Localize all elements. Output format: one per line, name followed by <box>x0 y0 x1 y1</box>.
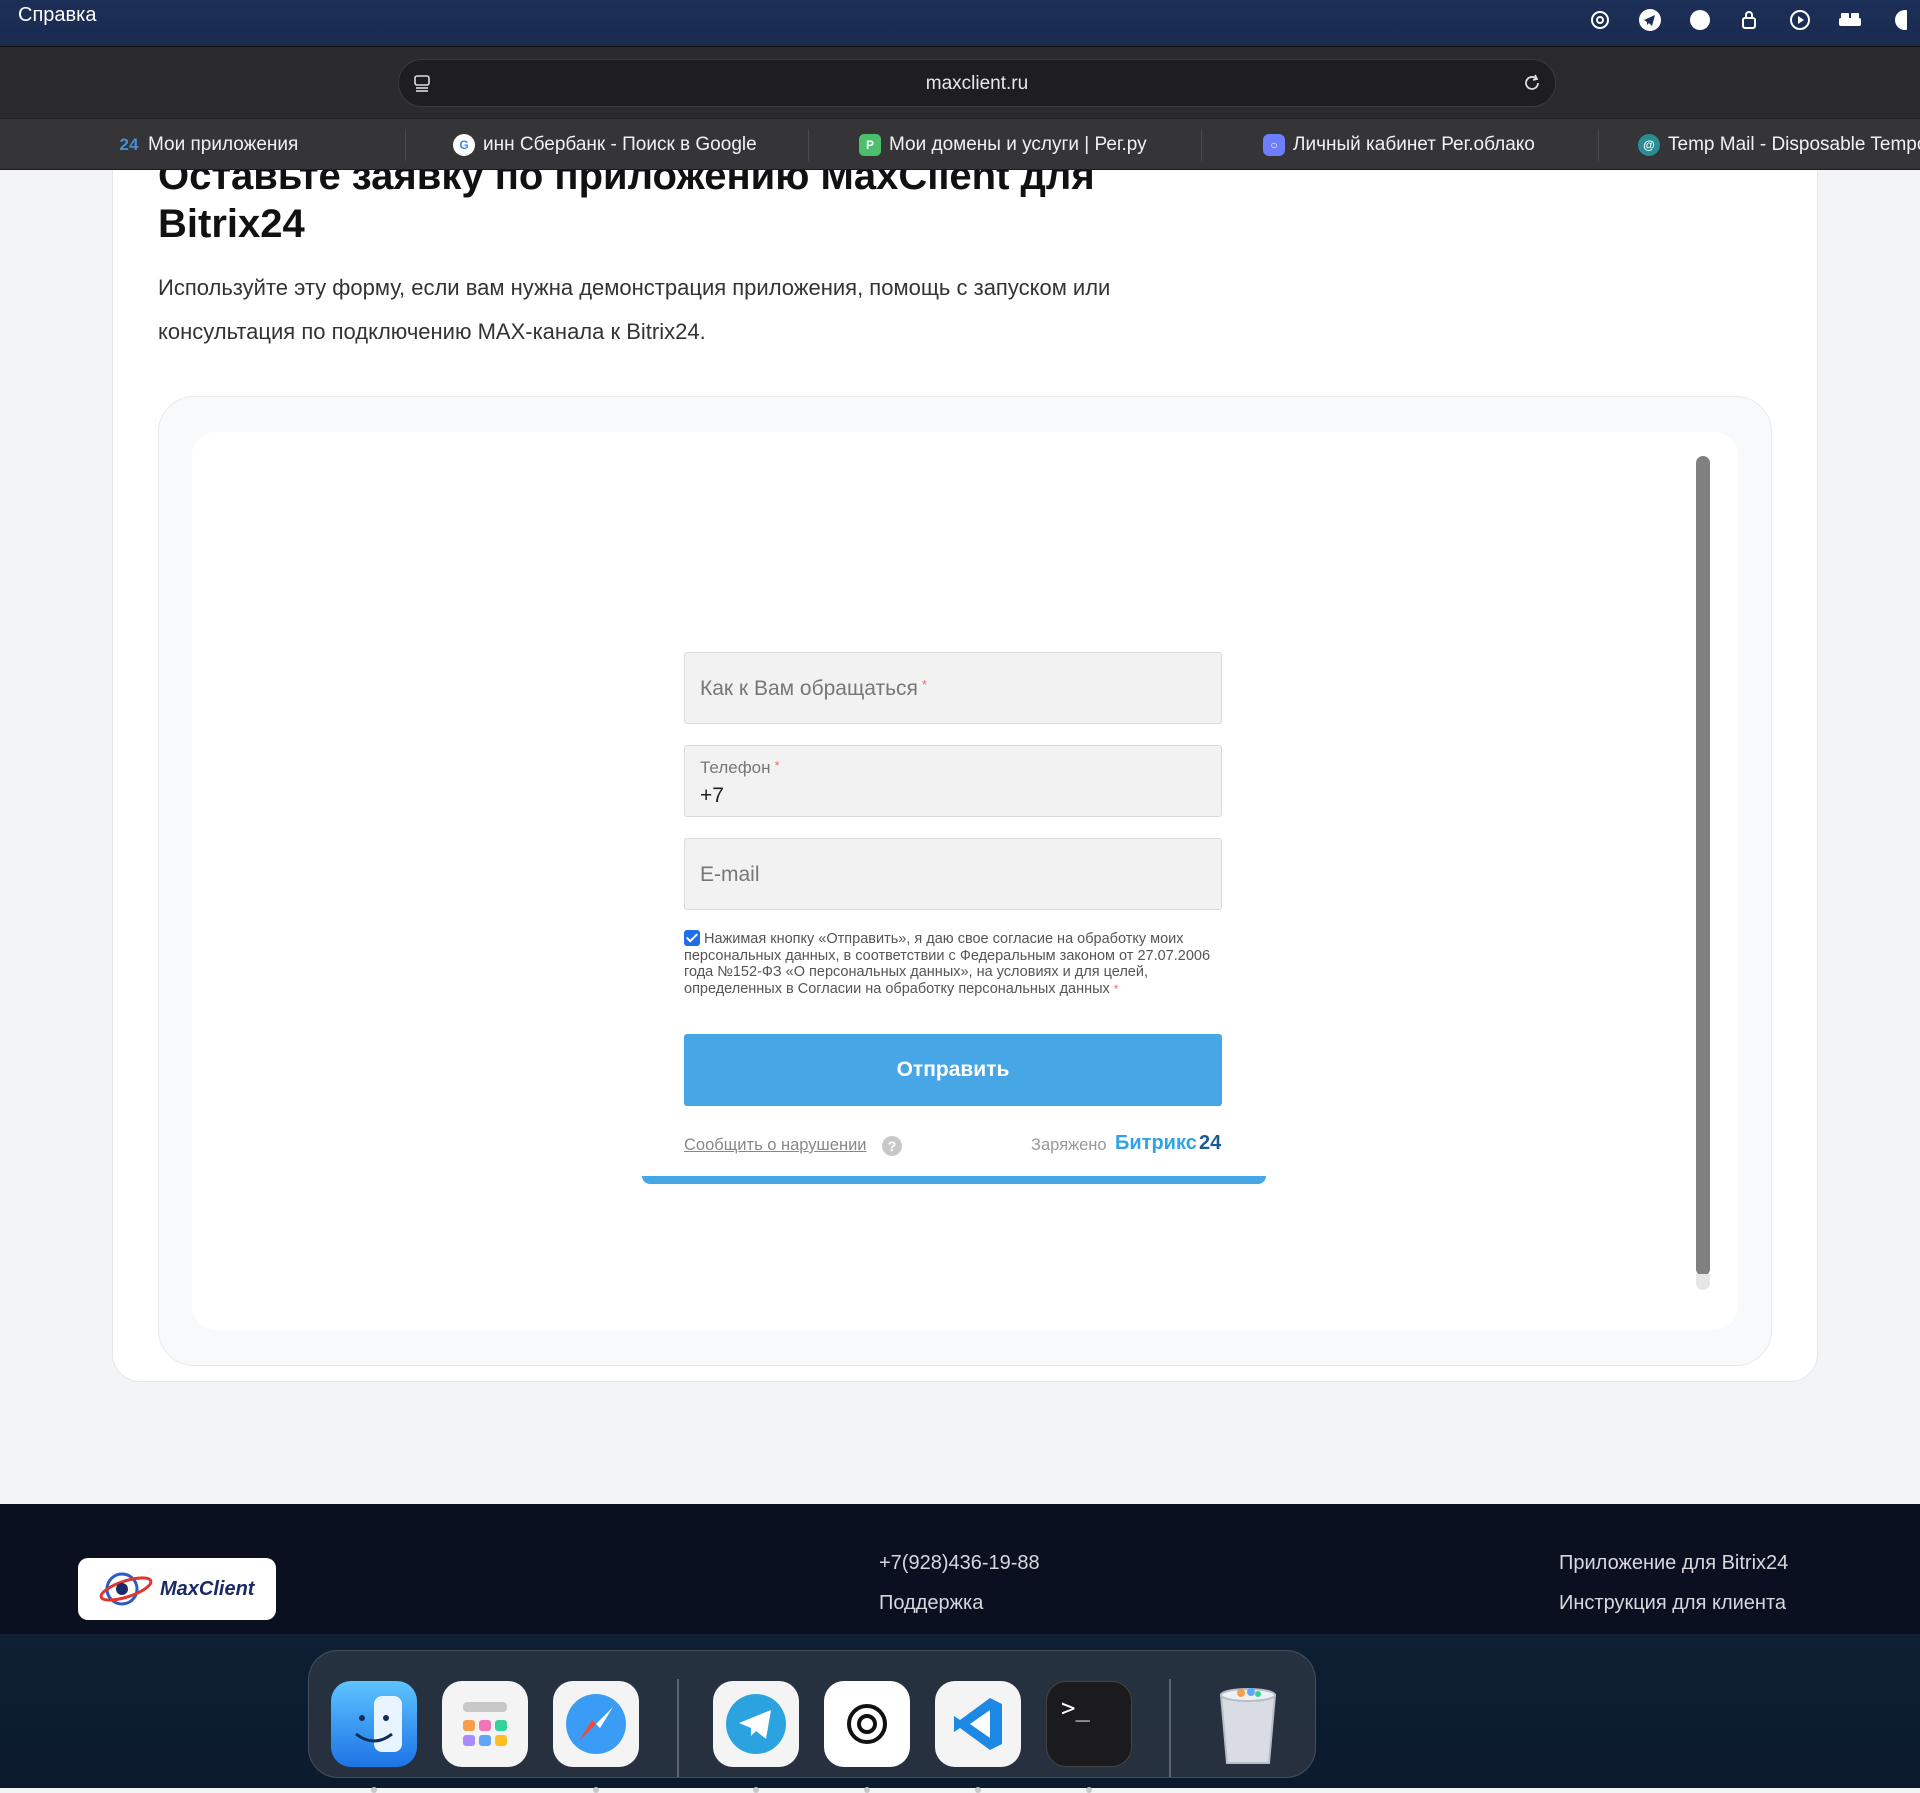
terminal-icon[interactable]: >_ <box>1046 1681 1132 1767</box>
bed-icon[interactable] <box>1836 6 1864 34</box>
menu-bar: Справка <box>0 0 1920 46</box>
form-bottom-accent <box>642 1176 1266 1184</box>
footer-instructions-link[interactable]: Инструкция для клиента <box>1559 1592 1786 1615</box>
url-text: maxclient.ru <box>925 73 1029 94</box>
extra-tray-icon[interactable] <box>1886 6 1914 34</box>
status-tray <box>1586 2 1920 38</box>
address-bar[interactable]: maxclient.ru <box>398 59 1556 107</box>
temp-mail-favicon: @ <box>1638 134 1660 156</box>
telegram-icon[interactable] <box>713 1681 799 1767</box>
consent-block: Нажимая кнопку «Отправить», я даю свое с… <box>684 930 1211 997</box>
report-violation-link[interactable]: Сообщить о нарушении <box>684 1136 867 1155</box>
bitrix-brand-number: 24 <box>1199 1132 1222 1154</box>
reload-icon[interactable] <box>1521 72 1543 99</box>
page-viewport: Оставьте заявку по приложению MaxClient … <box>0 170 1920 1504</box>
chatgpt-tray-icon[interactable] <box>1586 6 1614 34</box>
name-field[interactable]: Как к Вам обращаться * <box>684 652 1222 724</box>
launchpad-icon[interactable] <box>442 1681 528 1767</box>
footer-app-link[interactable]: Приложение для Bitrix24 <box>1559 1552 1788 1575</box>
play-circle-icon[interactable] <box>1786 6 1814 34</box>
telegram-tray-icon[interactable] <box>1636 6 1664 34</box>
page-description: Используйте эту форму, если вам нужна де… <box>158 275 1111 344</box>
bookmarks-bar: 24 Мои приложения G инн Сбербанк - Поиск… <box>0 118 1920 170</box>
trash-icon[interactable] <box>1205 1681 1291 1767</box>
google-favicon: G <box>453 134 475 156</box>
bookmark-my-apps[interactable]: 24 Мои приложения <box>118 119 299 171</box>
powered-by-label: Заряжено <box>1031 1136 1107 1154</box>
submit-button[interactable]: Отправить <box>684 1034 1222 1106</box>
maxclient-logo-icon <box>99 1572 153 1606</box>
form-scrollbar-track-end <box>1696 1274 1710 1290</box>
form-scrollbar[interactable] <box>1696 456 1710 1276</box>
help-icon[interactable]: ? <box>882 1136 902 1156</box>
bookmark-temp-mail[interactable]: @ Temp Mail - Disposable Tempo <box>1638 119 1920 171</box>
bookmark-reg-ru[interactable]: P Мои домены и услуги | Рег.ру <box>859 119 1147 171</box>
consent-text: Нажимая кнопку «Отправить», я даю свое с… <box>684 931 1211 997</box>
browser-toolbar: maxclient.ru <box>0 46 1920 118</box>
vpn-lock-icon[interactable] <box>1736 6 1764 34</box>
page-title: Оставьте заявку по приложению MaxClient … <box>158 170 1095 246</box>
bitrix-brand[interactable]: Битрикс <box>1115 1132 1197 1155</box>
vscode-icon[interactable] <box>935 1681 1021 1767</box>
bookmark-google-search[interactable]: G инн Сбербанк - Поиск в Google <box>453 119 757 171</box>
footer-logo[interactable]: MaxClient <box>78 1558 276 1620</box>
chatgpt-icon[interactable] <box>824 1681 910 1767</box>
reg-ru-favicon: P <box>859 134 881 156</box>
footer-phone[interactable]: +7(928)436-19-88 <box>879 1552 1040 1575</box>
bitrix24-favicon: 24 <box>119 135 139 154</box>
reg-cloud-favicon: ○ <box>1263 134 1285 156</box>
menu-help[interactable]: Справка <box>18 4 96 27</box>
desktop-background: >_ <box>0 1634 1920 1793</box>
footer-support-link[interactable]: Поддержка <box>879 1592 983 1615</box>
phone-value: +7 <box>700 784 724 807</box>
safari-icon[interactable] <box>553 1681 639 1767</box>
record-tray-icon[interactable] <box>1686 6 1714 34</box>
site-footer: MaxClient +7(928)436-19-88 Поддержка При… <box>0 1504 1920 1634</box>
bookmark-reg-cloud[interactable]: ○ Личный кабинет Рег.облако <box>1263 119 1535 171</box>
email-field[interactable]: E-mail <box>684 838 1222 910</box>
finder-icon[interactable] <box>331 1681 417 1767</box>
dock: >_ <box>308 1650 1316 1793</box>
phone-field[interactable]: Телефон * +7 <box>684 745 1222 817</box>
consent-checkbox[interactable] <box>684 930 700 946</box>
